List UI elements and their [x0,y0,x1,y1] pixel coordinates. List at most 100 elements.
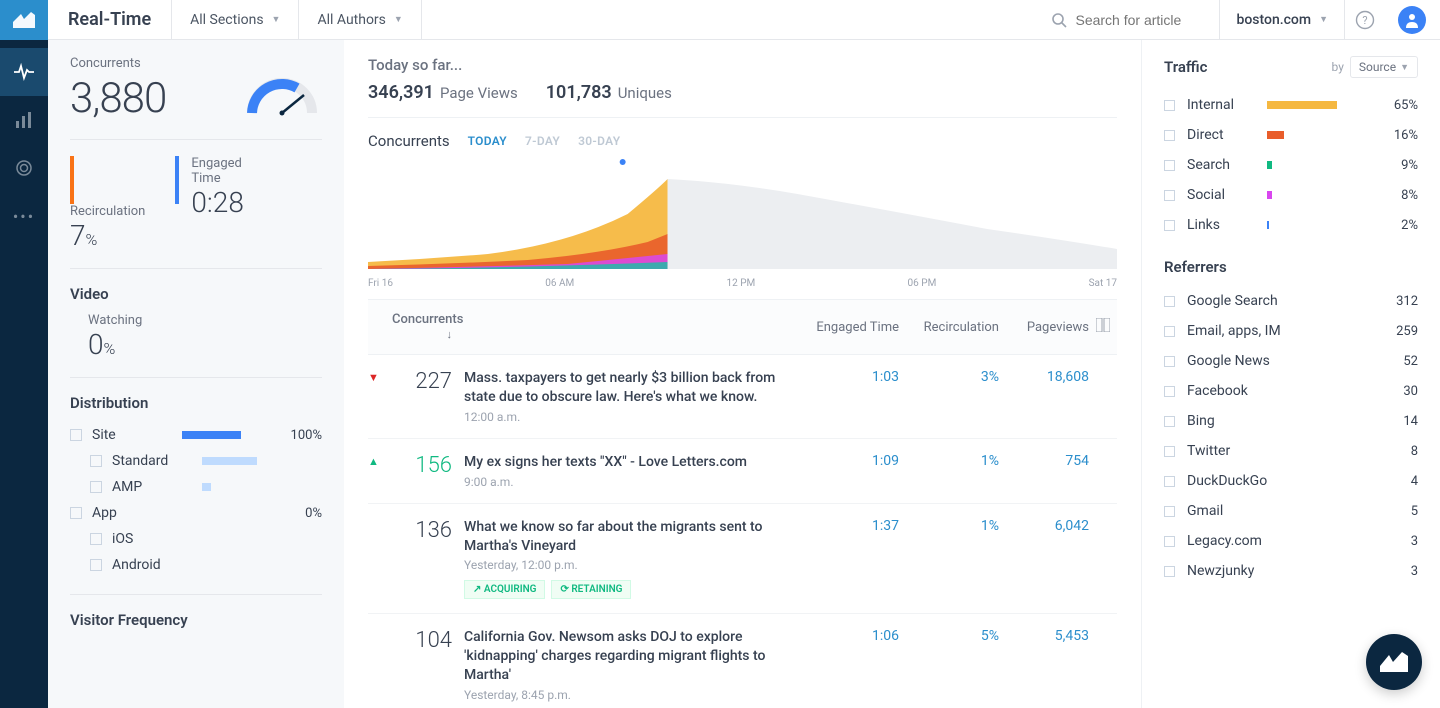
referrer-label: Email, apps, IM [1187,323,1396,339]
row-pageviews: 6,042 [999,518,1089,600]
checkbox[interactable] [1164,566,1175,577]
more-icon: ••• [13,207,35,226]
nav-more[interactable]: ••• [0,192,48,240]
table-row[interactable]: 136 What we know so far about the migran… [368,504,1117,615]
table-row[interactable]: ▲ 156 My ex signs her texts "XX" - Love … [368,439,1117,504]
site-selector[interactable]: boston.com ▼ [1219,0,1344,40]
traffic-row[interactable]: Social 8% [1164,180,1418,210]
col-pageviews[interactable]: Pageviews [999,320,1089,335]
dist-pct: 0% [305,506,322,521]
tab-7day[interactable]: 7-DAY [525,134,560,148]
checkbox[interactable] [1164,130,1175,141]
checkbox[interactable] [1164,220,1175,231]
referrer-row[interactable]: Facebook 30 [1164,376,1418,406]
checkbox[interactable] [90,559,102,571]
recirc-value: 7 [70,219,86,252]
referrer-row[interactable]: Gmail 5 [1164,496,1418,526]
traffic-row[interactable]: Search 9% [1164,150,1418,180]
checkbox[interactable] [1164,326,1175,337]
article-title[interactable]: What we know so far about the migrants s… [464,518,789,556]
referrer-count: 14 [1403,414,1418,429]
dist-row[interactable]: Android [90,552,322,578]
dist-row[interactable]: App 0% [70,500,322,526]
fab-button[interactable] [1366,634,1422,690]
checkbox[interactable] [1164,506,1175,517]
referrer-row[interactable]: Twitter 8 [1164,436,1418,466]
col-engaged-time[interactable]: Engaged Time [799,320,899,335]
traffic-label: Links [1187,217,1259,233]
article-title[interactable]: My ex signs her texts "XX" - Love Letter… [464,453,789,472]
row-concurrents: 227 [392,369,464,424]
referrers-header: Referrers [1164,258,1418,276]
filter-sections[interactable]: All Sections ▼ [172,0,299,40]
tab-30day[interactable]: 30-DAY [578,134,620,148]
brand-logo[interactable] [0,0,48,40]
engaged-label: Engaged Time [175,156,258,186]
checkbox[interactable] [1164,446,1175,457]
filter-authors[interactable]: All Authors ▼ [299,0,421,40]
nav-realtime[interactable] [0,48,48,96]
referrer-row[interactable]: Google News 52 [1164,346,1418,376]
chevron-down-icon: ▼ [394,14,403,25]
traffic-row[interactable]: Links 2% [1164,210,1418,240]
nav-historical[interactable] [0,96,48,144]
referrer-row[interactable]: Newzjunky 3 [1164,556,1418,586]
search-icon [1051,12,1067,28]
checkbox[interactable] [70,429,82,441]
row-engaged-time: 1:09 [799,453,899,489]
referrer-label: Legacy.com [1187,533,1411,549]
col-recirculation[interactable]: Recirculation [899,320,999,335]
referrer-row[interactable]: DuckDuckGo 4 [1164,466,1418,496]
tag: ↗ ACQUIRING [464,580,545,599]
tab-today[interactable]: TODAY [468,134,507,148]
row-concurrents: 156 [392,453,464,489]
checkbox[interactable] [90,455,102,467]
search-box[interactable] [1037,12,1219,28]
checkbox[interactable] [1164,190,1175,201]
filter-sections-label: All Sections [190,12,263,28]
table-row[interactable]: 104 California Gov. Newsom asks DOJ to e… [368,614,1117,708]
checkbox[interactable] [1164,386,1175,397]
user-avatar[interactable] [1398,6,1426,34]
columns-icon [1096,318,1110,332]
checkbox[interactable] [1164,416,1175,427]
traffic-row[interactable]: Internal 65% [1164,90,1418,120]
help-button[interactable]: ? [1344,0,1384,40]
today-label: Today so far... [368,56,1117,74]
referrer-row[interactable]: Google Search 312 [1164,286,1418,316]
dist-row[interactable]: Site 100% [70,422,322,448]
person-icon [1404,12,1420,28]
checkbox[interactable] [1164,536,1175,547]
nav-goals[interactable] [0,144,48,192]
left-panel: Concurrents 3,880 Recirculation 7% Engag… [48,40,344,708]
source-dropdown[interactable]: Source ▼ [1350,56,1418,78]
article-title[interactable]: California Gov. Newsom asks DOJ to explo… [464,628,789,685]
traffic-label: Social [1187,187,1259,203]
dist-row[interactable]: iOS [90,526,322,552]
referrer-row[interactable]: Legacy.com 3 [1164,526,1418,556]
checkbox[interactable] [1164,160,1175,171]
column-toggle[interactable] [1089,318,1117,336]
search-input[interactable] [1075,12,1205,28]
checkbox[interactable] [90,481,102,493]
row-recirc: 1% [899,518,999,600]
distribution-header: Distribution [70,394,322,412]
checkbox[interactable] [90,533,102,545]
checkbox[interactable] [1164,100,1175,111]
dist-row[interactable]: AMP [90,474,322,500]
checkbox[interactable] [1164,296,1175,307]
chevron-down-icon[interactable]: ▼ [368,371,379,384]
chevron-up-icon[interactable]: ▲ [368,455,379,468]
dist-row[interactable]: Standard [90,448,322,474]
checkbox[interactable] [1164,356,1175,367]
checkbox[interactable] [1164,476,1175,487]
svg-text:?: ? [1362,14,1367,27]
checkbox[interactable] [70,507,82,519]
table-row[interactable]: ▼ 227 Mass. taxpayers to get nearly $3 b… [368,355,1117,439]
logo-icon [1380,652,1408,672]
referrer-row[interactable]: Bing 14 [1164,406,1418,436]
col-concurrents[interactable]: Concurrents ↓ [392,312,464,342]
referrer-row[interactable]: Email, apps, IM 259 [1164,316,1418,346]
article-title[interactable]: Mass. taxpayers to get nearly $3 billion… [464,369,789,407]
traffic-row[interactable]: Direct 16% [1164,120,1418,150]
